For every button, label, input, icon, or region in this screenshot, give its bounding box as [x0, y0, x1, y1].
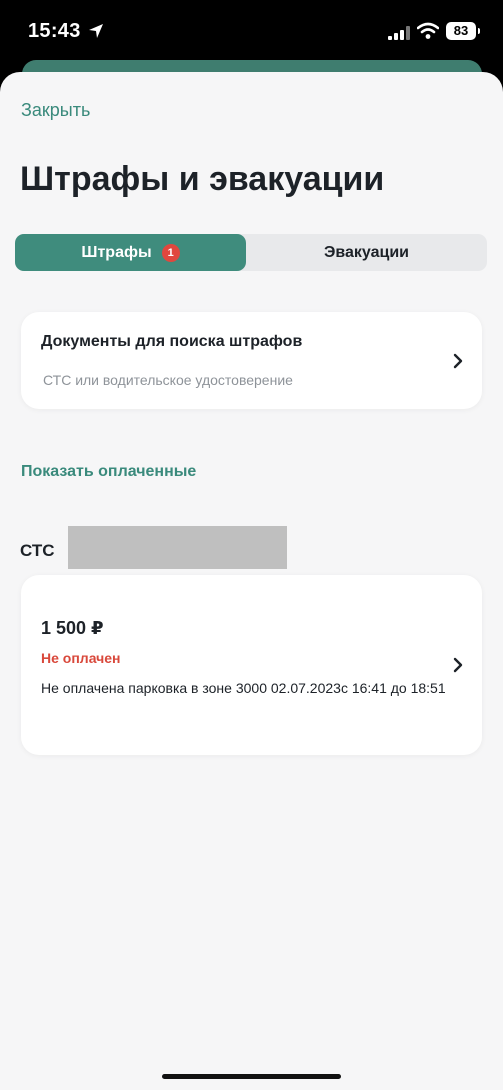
location-arrow-icon: [89, 24, 103, 38]
show-paid-link[interactable]: Показать оплаченные: [21, 463, 196, 481]
close-button[interactable]: Закрыть: [21, 100, 90, 121]
fines-count-badge: 1: [161, 243, 180, 262]
chevron-right-icon: [453, 353, 463, 369]
documents-subtitle: СТС или водительское удостоверение: [43, 372, 293, 388]
fine-description: Не оплачена парковка в зоне 3000 02.07.2…: [41, 680, 446, 696]
tab-evacuations[interactable]: Эвакуации: [246, 234, 487, 271]
status-bar: 15:43 83: [0, 0, 503, 62]
segmented-control: Штрафы 1 Эвакуации: [15, 234, 487, 271]
page-title: Штрафы и эвакуации: [20, 160, 385, 198]
tab-fines[interactable]: Штрафы 1: [15, 234, 246, 271]
fine-card[interactable]: 1 500 ₽ Не оплачен Не оплачена парковка …: [21, 575, 482, 755]
battery-icon: 83: [446, 22, 480, 40]
cellular-signal-icon: [388, 26, 410, 40]
wifi-icon: [417, 22, 439, 39]
documents-card[interactable]: Документы для поиска штрафов СТС или вод…: [21, 312, 482, 409]
home-indicator[interactable]: [162, 1074, 341, 1079]
status-time: 15:43: [28, 20, 81, 42]
fine-amount: 1 500 ₽: [41, 618, 104, 638]
tab-fines-label: Штрафы: [81, 243, 152, 261]
fine-status: Не оплачен: [41, 650, 121, 666]
redacted-sts-number: [68, 526, 287, 569]
vehicle-sts-label: СТС: [20, 541, 55, 560]
documents-title: Документы для поиска штрафов: [41, 333, 303, 350]
chevron-right-icon: [453, 657, 463, 673]
tab-evacuations-label: Эвакуации: [323, 243, 409, 261]
